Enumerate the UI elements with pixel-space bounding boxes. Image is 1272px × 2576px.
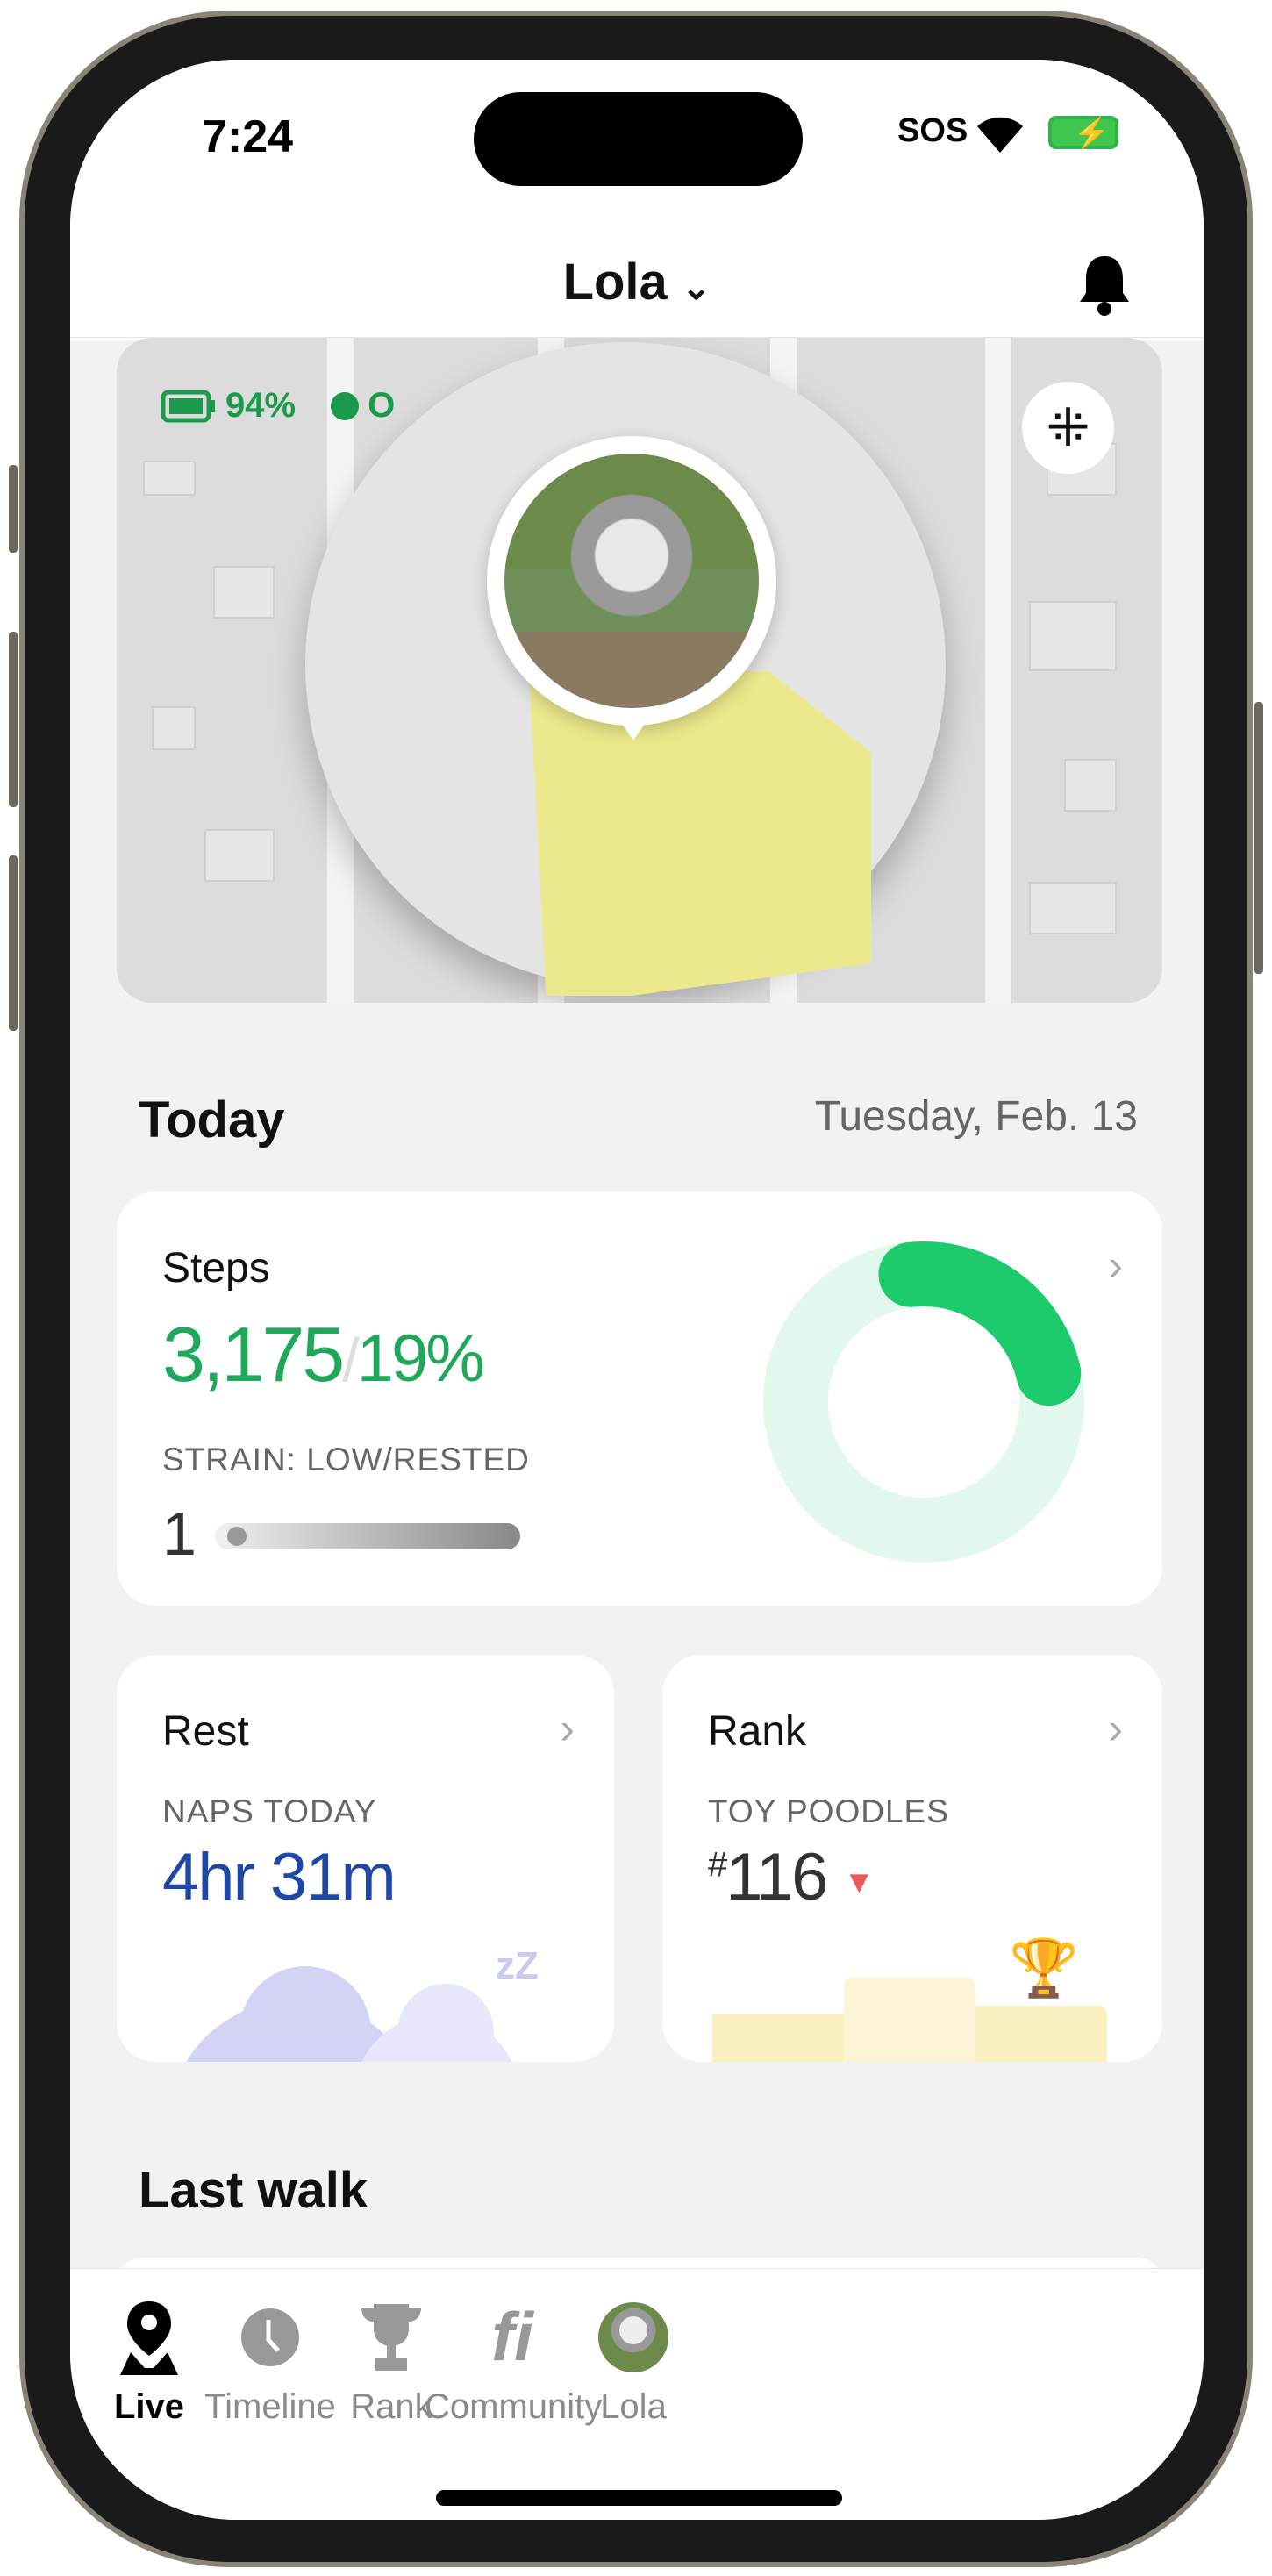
separator: / bbox=[342, 1326, 360, 1394]
connection-status: O bbox=[368, 386, 396, 425]
safe-zone bbox=[529, 671, 871, 996]
chevron-right-icon: › bbox=[1108, 1704, 1123, 1753]
connection-dot bbox=[331, 391, 360, 420]
location-pin-icon bbox=[120, 2301, 178, 2375]
chevron-right-icon: › bbox=[560, 1704, 575, 1753]
trophy-icon bbox=[361, 2303, 421, 2371]
wifi-icon bbox=[977, 117, 1023, 153]
pet-name: Lola bbox=[562, 254, 668, 311]
pet-location-pin[interactable] bbox=[487, 436, 776, 741]
screen: 7:24 SOS ⚡ Lola ⌄ 94% O ⁜ Today Tuesday,… bbox=[70, 60, 1204, 2520]
volume-down-button bbox=[9, 855, 18, 1031]
steps-value: 3,175/19% bbox=[162, 1310, 485, 1399]
battery-charging-icon: ⚡ bbox=[1048, 116, 1118, 150]
trophy-icon: 🏆 bbox=[1009, 1936, 1079, 2000]
rank-number: 116 bbox=[725, 1840, 828, 1914]
chevron-right-icon: › bbox=[1108, 1241, 1123, 1290]
live-map[interactable]: 94% O ⁜ bbox=[117, 338, 1162, 1003]
steps-percent: 19% bbox=[356, 1321, 485, 1396]
collar-status: 94% O bbox=[161, 386, 395, 426]
sos-indicator: SOS bbox=[897, 112, 968, 149]
rest-title: Rest bbox=[162, 1708, 249, 1755]
chevron-down-icon: ⌄ bbox=[681, 268, 711, 307]
rank-value: #116 ▼ bbox=[708, 1839, 875, 1915]
hash: # bbox=[708, 1845, 727, 1885]
bell-icon[interactable] bbox=[1077, 253, 1132, 316]
battery-percent: 94% bbox=[225, 386, 297, 425]
steps-ring bbox=[763, 1241, 1084, 1563]
strain-marker bbox=[227, 1527, 247, 1546]
today-title: Today bbox=[139, 1091, 285, 1148]
tab-bar: Live Timeline Rank fi Community Lola bbox=[70, 2268, 1204, 2520]
strain-bar bbox=[215, 1523, 520, 1549]
clock-icon bbox=[241, 2308, 299, 2366]
battery-icon bbox=[161, 390, 215, 422]
steps-card[interactable]: Steps 3,175/19% STRAIN: LOW/RESTED 1 › bbox=[117, 1191, 1162, 1606]
action-button bbox=[9, 465, 18, 553]
avatar bbox=[598, 2301, 668, 2372]
header: Lola ⌄ bbox=[70, 226, 1204, 338]
rank-title: Rank bbox=[708, 1708, 807, 1755]
volume-up-button bbox=[9, 632, 18, 807]
steps-title: Steps bbox=[162, 1245, 270, 1292]
clock: 7:24 bbox=[202, 111, 294, 162]
tab-profile[interactable]: Lola bbox=[546, 2295, 721, 2427]
dynamic-island bbox=[474, 92, 803, 186]
last-walk-title: Last walk bbox=[139, 2162, 368, 2219]
steps-count: 3,175 bbox=[162, 1311, 345, 1398]
sparkle-icon[interactable]: ⁜ bbox=[1022, 382, 1114, 474]
naps-value: 4hr 31m bbox=[162, 1840, 397, 1914]
strain-label: STRAIN: LOW/RESTED bbox=[162, 1442, 530, 1478]
rank-card[interactable]: Rank › TOY POODLES #116 ▼ 🏆 bbox=[662, 1655, 1162, 2062]
home-indicator[interactable] bbox=[436, 2490, 842, 2506]
naps-label: NAPS TODAY bbox=[162, 1793, 377, 1829]
today-date: Tuesday, Feb. 13 bbox=[814, 1093, 1138, 1140]
trend-down-icon: ▼ bbox=[843, 1863, 875, 1900]
sleep-zz-icon: zZ bbox=[496, 1944, 539, 1987]
power-button bbox=[1254, 702, 1263, 974]
tab-label: Lola bbox=[600, 2387, 667, 2426]
rest-card[interactable]: Rest › NAPS TODAY 4hr 31m zZ bbox=[117, 1655, 614, 2062]
ring-progress bbox=[878, 1241, 1082, 1406]
breed-label: TOY POODLES bbox=[708, 1793, 949, 1829]
pet-selector[interactable]: Lola ⌄ bbox=[70, 253, 1204, 311]
strain-value: 1 bbox=[162, 1499, 197, 1568]
pet-photo bbox=[504, 454, 759, 708]
